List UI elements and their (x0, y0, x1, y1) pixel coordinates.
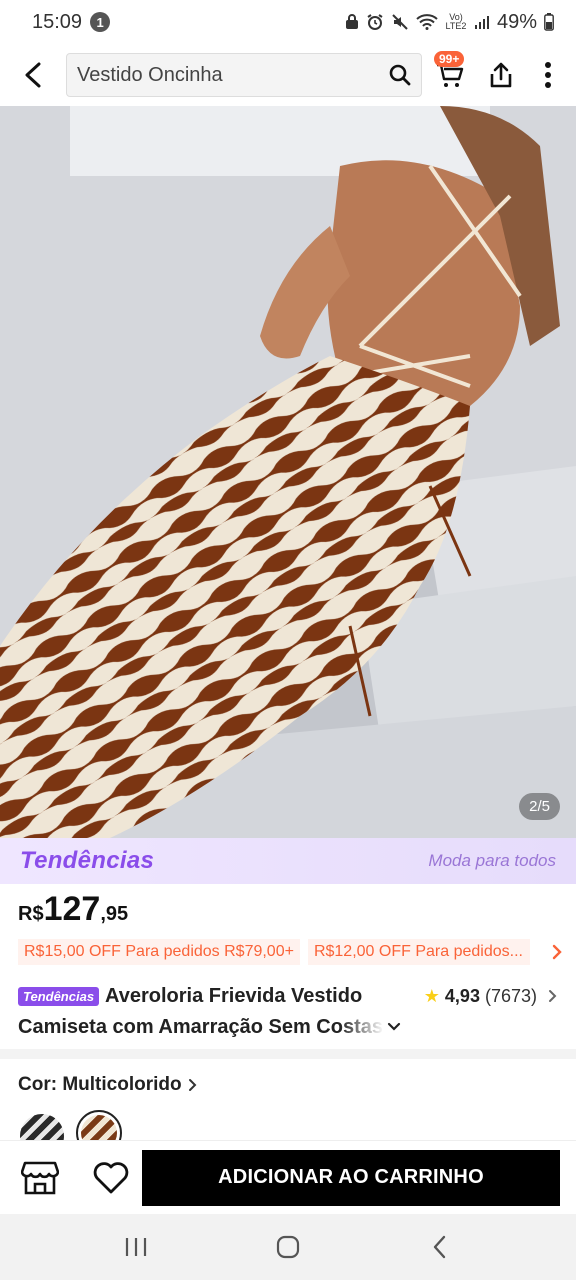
home-button[interactable] (258, 1222, 318, 1272)
rating-value: 4,93 (444, 985, 480, 1006)
price-integer: 127 (43, 890, 101, 928)
color-swatch-zebra-brown-selected[interactable] (76, 1110, 122, 1140)
rating[interactable]: ★ 4,93 (7673) (424, 986, 558, 1007)
store-button[interactable] (0, 1141, 80, 1215)
image-counter: 2/5 (519, 793, 560, 820)
coupon-row[interactable]: R$15,00 OFF Para pedidos R$79,00+ R$12,0… (18, 938, 563, 966)
home-icon (276, 1235, 300, 1259)
bottom-action-bar: ADICIONAR AO CARRINHO (0, 1140, 576, 1214)
color-selector-label[interactable]: Cor: Multicolorido (18, 1074, 198, 1096)
alarm-icon (367, 14, 383, 30)
rating-count: (7673) (484, 985, 537, 1006)
product-photo (0, 106, 576, 838)
wishlist-button[interactable] (80, 1141, 142, 1215)
mute-icon (392, 14, 408, 30)
store-icon (21, 1161, 59, 1194)
notification-count-badge: 1 (90, 12, 111, 32)
back-icon (433, 1235, 446, 1259)
battery-level: 49% (496, 10, 537, 33)
top-bar: Vestido Oncinha 99+ (0, 44, 576, 106)
product-title-line-1: Averoloria Frievida Vestido (105, 984, 363, 1007)
chevron-right-icon[interactable] (551, 944, 563, 960)
section-divider (0, 1049, 576, 1059)
coupon-2[interactable]: R$12,00 OFF Para pedidos... (307, 939, 530, 965)
price-decimal: ,95 (100, 903, 129, 925)
trend-logo: Tendências (20, 847, 155, 874)
product-title-block[interactable]: Tendências Averoloria Frievida Vestido ★… (18, 982, 558, 1042)
lock-icon (345, 14, 358, 29)
status-bar: 15:09 1 Vo) LTE2 49% (0, 0, 576, 44)
heart-icon (93, 1161, 129, 1193)
color-swatch-zebra-black[interactable] (20, 1114, 64, 1140)
price: R$ 127 ,95 (18, 890, 128, 929)
chevron-left-icon (25, 62, 41, 88)
recent-apps-button[interactable] (106, 1222, 166, 1272)
status-time: 15:09 (32, 10, 83, 33)
chevron-right-icon (188, 1079, 197, 1091)
color-label: Cor: Multicolorido (18, 1074, 182, 1095)
share-icon (490, 62, 512, 88)
wifi-icon (416, 14, 438, 30)
signal-icon (474, 16, 489, 29)
system-nav-bar (0, 1214, 576, 1280)
product-image-carousel[interactable]: 2/5 (0, 106, 576, 838)
battery-icon (544, 13, 554, 31)
search-input[interactable]: Vestido Oncinha (66, 53, 422, 97)
coupon-1[interactable]: R$15,00 OFF Para pedidos R$79,00+ (18, 939, 300, 965)
star-icon: ★ (423, 985, 440, 1006)
share-button[interactable] (476, 44, 526, 106)
chevron-right-icon (549, 990, 557, 1002)
price-currency: R$ (18, 903, 44, 925)
network-label: Vo) LTE2 (445, 12, 467, 31)
add-to-cart-button[interactable]: ADICIONAR AO CARRINHO (142, 1149, 560, 1206)
recent-apps-icon (125, 1238, 147, 1256)
more-options-button[interactable] (526, 44, 570, 106)
trend-badge: Tendências (18, 986, 100, 1006)
cart-button[interactable]: 99+ (424, 44, 476, 106)
trend-banner[interactable]: Tendências Moda para todos (0, 838, 576, 884)
chevron-down-icon[interactable] (386, 1021, 402, 1033)
color-swatches (18, 1110, 218, 1140)
back-button[interactable] (0, 44, 66, 106)
search-query: Vestido Oncinha (77, 63, 223, 86)
more-vertical-icon (545, 62, 551, 88)
status-icons: Vo) LTE2 49% (345, 11, 554, 34)
back-nav-button[interactable] (410, 1222, 470, 1272)
cart-count-badge: 99+ (434, 51, 465, 67)
trend-slogan: Moda para todos (428, 851, 556, 870)
search-icon[interactable] (389, 64, 411, 86)
product-title-line-2: Camiseta com Amarração Sem Costas (18, 1015, 383, 1038)
